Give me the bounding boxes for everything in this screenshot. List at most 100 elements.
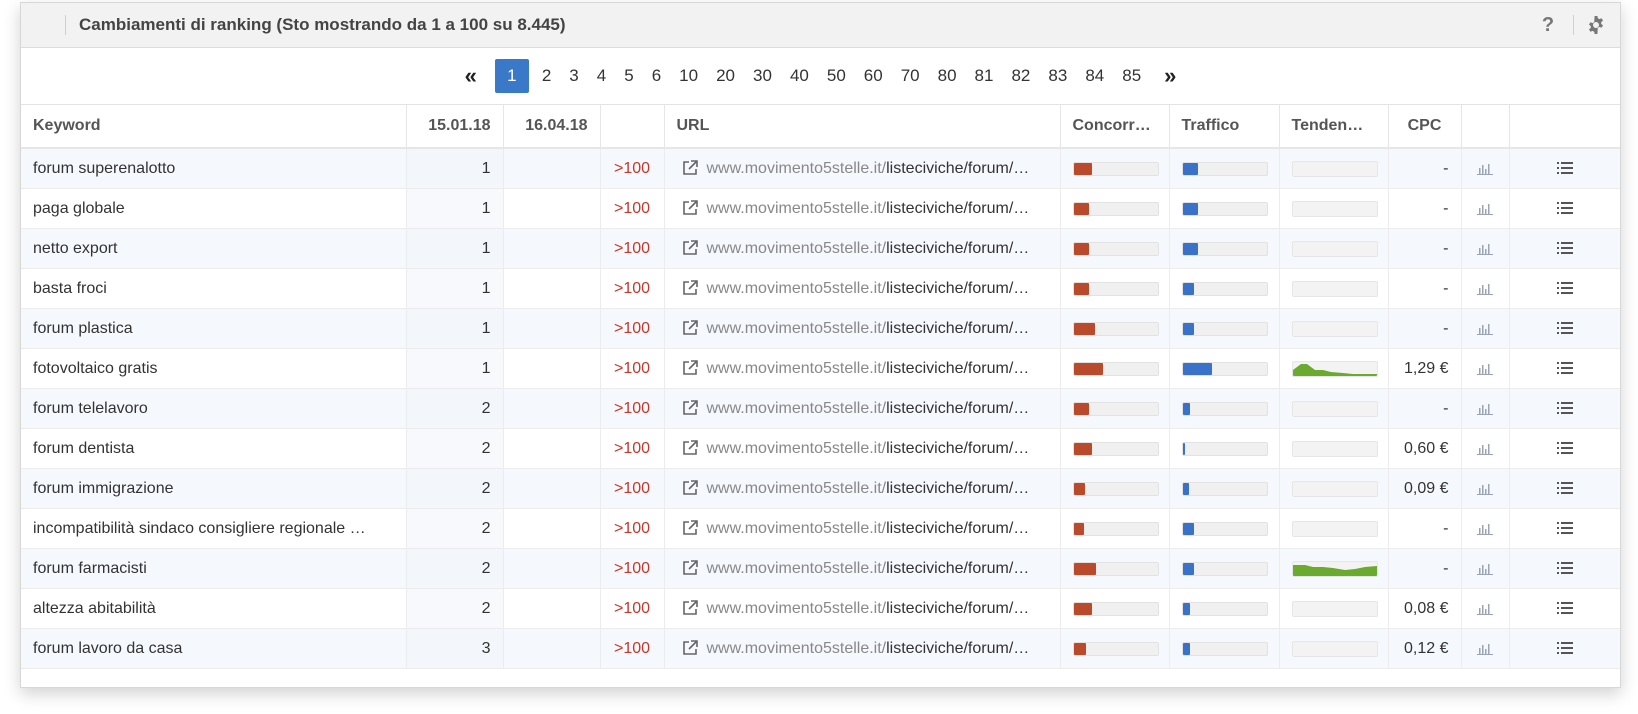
page-1-button[interactable]: 1 bbox=[494, 59, 529, 93]
bar-chart-icon[interactable] bbox=[1476, 481, 1494, 496]
col-date-2[interactable]: 16.04.18 bbox=[503, 105, 601, 149]
table-row[interactable]: netto export 1 >100 www.movimento5stelle.it… bbox=[21, 228, 1620, 269]
list-action-cell[interactable] bbox=[1509, 268, 1620, 309]
page-20-button[interactable]: 20 bbox=[707, 59, 744, 93]
table-row[interactable]: forum immigrazione 2 >100 www.movimento5ste… bbox=[21, 468, 1620, 509]
url-path[interactable]: listeciviche/forum/… bbox=[886, 160, 1029, 177]
external-link-icon[interactable] bbox=[681, 239, 699, 257]
bar-chart-icon[interactable] bbox=[1476, 601, 1494, 616]
external-link-icon[interactable] bbox=[681, 439, 699, 457]
list-icon[interactable] bbox=[1556, 440, 1574, 456]
list-action-cell[interactable] bbox=[1509, 388, 1620, 429]
keyword-cell[interactable]: netto export bbox=[21, 228, 407, 269]
list-icon[interactable] bbox=[1556, 240, 1574, 256]
list-icon[interactable] bbox=[1556, 520, 1574, 536]
url-path[interactable]: listeciviche/forum/… bbox=[886, 520, 1029, 537]
list-icon[interactable] bbox=[1556, 400, 1574, 416]
bar-chart-icon[interactable] bbox=[1476, 561, 1494, 576]
table-row[interactable]: fotovoltaico gratis 1 >100 www.movimento5st… bbox=[21, 348, 1620, 389]
chart-action-cell[interactable] bbox=[1461, 348, 1510, 389]
url-cell[interactable]: www.movimento5stelle.it/listeciviche/for… bbox=[664, 468, 1061, 509]
external-link-icon[interactable] bbox=[681, 479, 699, 497]
url-cell[interactable]: www.movimento5stelle.it/listeciviche/for… bbox=[664, 348, 1061, 389]
page-5-button[interactable]: 5 bbox=[615, 59, 642, 93]
keyword-cell[interactable]: forum lavoro da casa bbox=[21, 628, 407, 669]
bar-chart-icon[interactable] bbox=[1476, 361, 1494, 376]
chart-action-cell[interactable] bbox=[1461, 308, 1510, 349]
table-row[interactable]: basta froci 1 >100 www.movimento5stelle.it/… bbox=[21, 268, 1620, 309]
table-row[interactable]: forum lavoro da casa 3 >100 www.movimento5s… bbox=[21, 628, 1620, 669]
keyword-cell[interactable]: paga globale bbox=[21, 188, 407, 229]
col-url[interactable]: URL bbox=[664, 105, 1061, 149]
external-link-icon[interactable] bbox=[681, 599, 699, 617]
table-row[interactable]: forum farmacisti 2 >100 www.movimento5stell… bbox=[21, 548, 1620, 589]
url-domain[interactable]: www.movimento5stelle.it/ bbox=[707, 160, 887, 177]
page-82-button[interactable]: 82 bbox=[1002, 59, 1039, 93]
list-icon[interactable] bbox=[1556, 280, 1574, 296]
bar-chart-icon[interactable] bbox=[1476, 161, 1494, 176]
page-50-button[interactable]: 50 bbox=[818, 59, 855, 93]
table-row[interactable]: paga globale 1 >100 www.movimento5stelle.it… bbox=[21, 188, 1620, 229]
url-cell[interactable]: www.movimento5stelle.it/listeciviche/for… bbox=[664, 268, 1061, 309]
bar-chart-icon[interactable] bbox=[1476, 641, 1494, 656]
url-cell[interactable]: www.movimento5stelle.it/listeciviche/for… bbox=[664, 588, 1061, 629]
table-row[interactable]: forum dentista 2 >100 www.movimento5stelle.… bbox=[21, 428, 1620, 469]
list-action-cell[interactable] bbox=[1509, 348, 1620, 389]
keyword-cell[interactable]: forum plastica bbox=[21, 308, 407, 349]
col-date-1[interactable]: 15.01.18 bbox=[406, 105, 504, 149]
prev-page-button[interactable]: « bbox=[451, 63, 491, 89]
url-path[interactable]: listeciviche/forum/… bbox=[886, 640, 1029, 657]
list-icon[interactable] bbox=[1556, 360, 1574, 376]
col-keyword[interactable]: Keyword bbox=[21, 105, 407, 149]
url-domain[interactable]: www.movimento5stelle.it/ bbox=[707, 280, 887, 297]
url-cell[interactable]: www.movimento5stelle.it/listeciviche/for… bbox=[664, 428, 1061, 469]
keyword-cell[interactable]: forum superenalotto bbox=[21, 148, 407, 189]
keyword-cell[interactable]: altezza abitabilità bbox=[21, 588, 407, 629]
url-cell[interactable]: www.movimento5stelle.it/listeciviche/for… bbox=[664, 188, 1061, 229]
external-link-icon[interactable] bbox=[681, 159, 699, 177]
page-2-button[interactable]: 2 bbox=[533, 59, 560, 93]
keyword-cell[interactable]: fotovoltaico gratis bbox=[21, 348, 407, 389]
external-link-icon[interactable] bbox=[681, 559, 699, 577]
url-cell[interactable]: www.movimento5stelle.it/listeciviche/for… bbox=[664, 148, 1061, 189]
url-path[interactable]: listeciviche/forum/… bbox=[886, 200, 1029, 217]
col-cpc[interactable]: CPC bbox=[1388, 105, 1462, 149]
list-action-cell[interactable] bbox=[1509, 588, 1620, 629]
url-path[interactable]: listeciviche/forum/… bbox=[886, 480, 1029, 497]
list-icon[interactable] bbox=[1556, 560, 1574, 576]
external-link-icon[interactable] bbox=[681, 399, 699, 417]
page-30-button[interactable]: 30 bbox=[744, 59, 781, 93]
url-path[interactable]: listeciviche/forum/… bbox=[886, 560, 1029, 577]
external-link-icon[interactable] bbox=[681, 279, 699, 297]
url-domain[interactable]: www.movimento5stelle.it/ bbox=[707, 400, 887, 417]
keyword-cell[interactable]: forum dentista bbox=[21, 428, 407, 469]
list-action-cell[interactable] bbox=[1509, 228, 1620, 269]
bar-chart-icon[interactable] bbox=[1476, 441, 1494, 456]
keyword-cell[interactable]: basta froci bbox=[21, 268, 407, 309]
url-path[interactable]: listeciviche/forum/… bbox=[886, 440, 1029, 457]
list-action-cell[interactable] bbox=[1509, 548, 1620, 589]
bar-chart-icon[interactable] bbox=[1476, 401, 1494, 416]
url-path[interactable]: listeciviche/forum/… bbox=[886, 280, 1029, 297]
chart-action-cell[interactable] bbox=[1461, 268, 1510, 309]
page-6-button[interactable]: 6 bbox=[643, 59, 670, 93]
external-link-icon[interactable] bbox=[681, 359, 699, 377]
chart-action-cell[interactable] bbox=[1461, 468, 1510, 509]
help-icon[interactable]: ? bbox=[1537, 14, 1559, 37]
chart-action-cell[interactable] bbox=[1461, 508, 1510, 549]
page-40-button[interactable]: 40 bbox=[781, 59, 818, 93]
col-traffic[interactable]: Traffico bbox=[1169, 105, 1280, 149]
table-row[interactable]: incompatibilità sindaco consigliere regi… bbox=[21, 508, 1620, 549]
page-60-button[interactable]: 60 bbox=[855, 59, 892, 93]
chart-action-cell[interactable] bbox=[1461, 428, 1510, 469]
list-action-cell[interactable] bbox=[1509, 308, 1620, 349]
list-icon[interactable] bbox=[1556, 320, 1574, 336]
col-competition[interactable]: Concorr… bbox=[1060, 105, 1170, 149]
url-domain[interactable]: www.movimento5stelle.it/ bbox=[707, 560, 887, 577]
list-action-cell[interactable] bbox=[1509, 628, 1620, 669]
keyword-cell[interactable]: forum telelavoro bbox=[21, 388, 407, 429]
page-70-button[interactable]: 70 bbox=[892, 59, 929, 93]
table-row[interactable]: forum superenalotto 1 >100 www.movimento5st… bbox=[21, 148, 1620, 189]
list-icon[interactable] bbox=[1556, 600, 1574, 616]
keyword-cell[interactable]: forum farmacisti bbox=[21, 548, 407, 589]
